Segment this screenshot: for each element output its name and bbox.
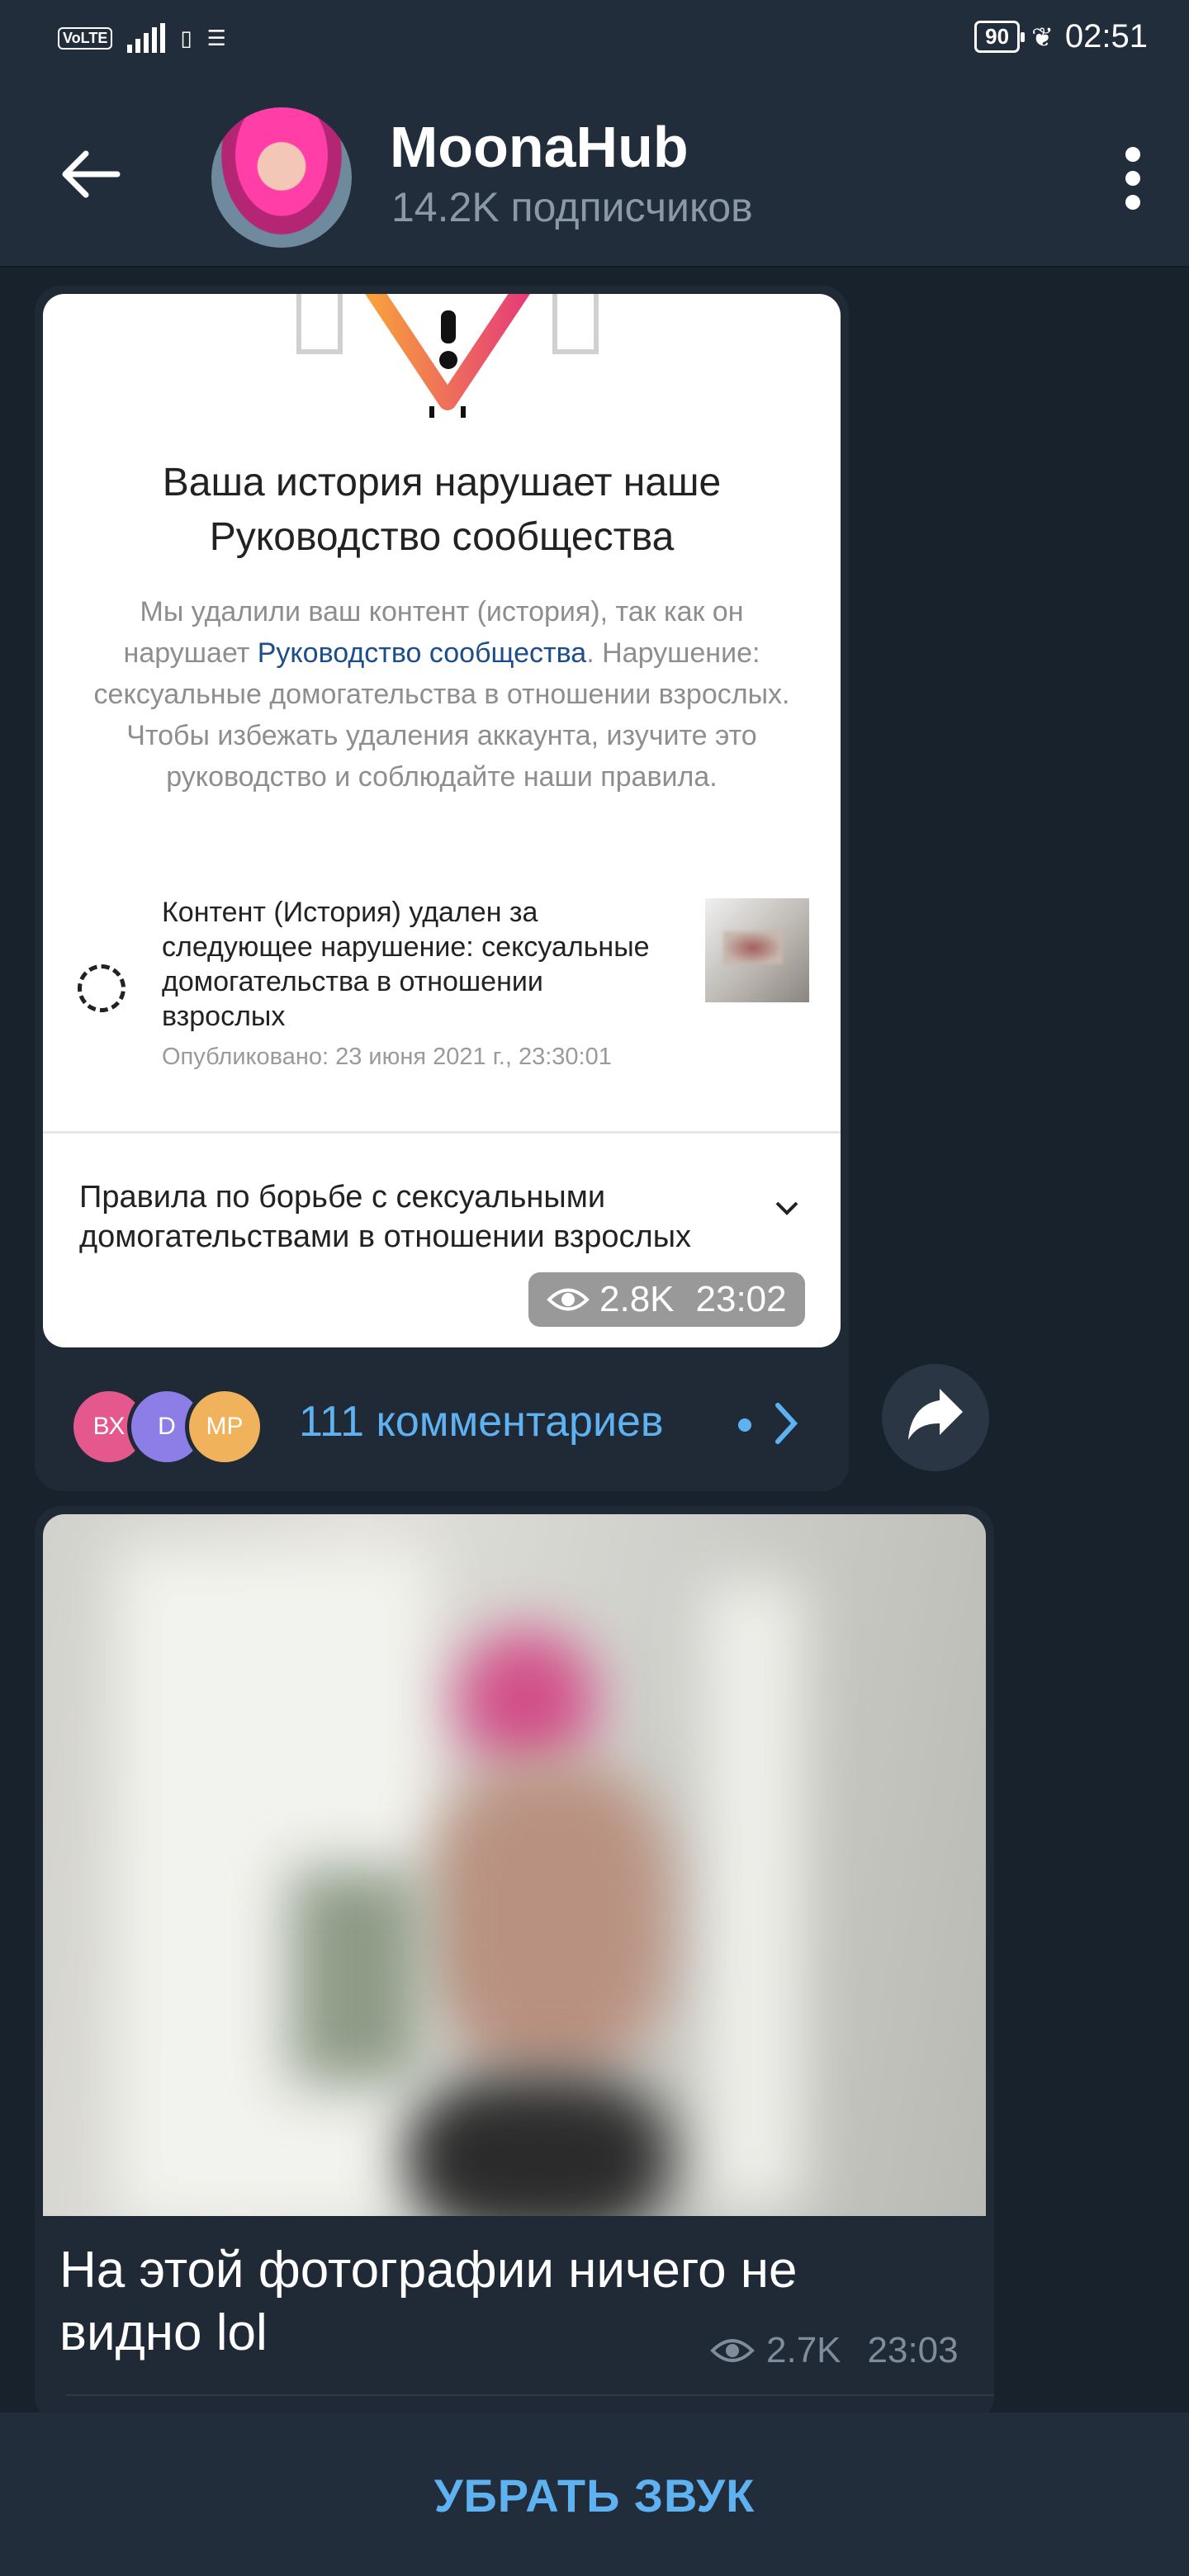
share-button[interactable] xyxy=(882,1364,989,1471)
view-count-badge: 2.8K 23:02 xyxy=(528,1272,805,1327)
chevron-down-icon xyxy=(775,1201,798,1215)
leaf-icon: ❦ xyxy=(1031,21,1054,52)
blurred-photo[interactable] xyxy=(43,1514,986,2216)
share-arrow-icon xyxy=(908,1389,963,1440)
back-arrow-icon[interactable] xyxy=(58,145,124,203)
commenter-avatars: ВХ D МР xyxy=(69,1387,268,1466)
violation-text: Контент (История) удален за следующее на… xyxy=(162,897,650,1032)
channel-avatar[interactable] xyxy=(211,107,352,248)
bottom-bar: УБРАТЬ ЗВУК xyxy=(0,2413,1189,2576)
comments-count[interactable]: 111 комментариев xyxy=(299,1397,664,1447)
status-left-indicators: VoLTE ▯ ☰ xyxy=(58,23,226,53)
unread-dot xyxy=(738,1418,751,1432)
comments-button[interactable]: ВХ D МР 111 комментариев xyxy=(35,1354,849,1491)
warning-illustration-icon xyxy=(296,294,599,418)
views: 2.8K xyxy=(599,1279,675,1319)
divider xyxy=(43,1131,841,1134)
channel-title[interactable]: MoonaHub xyxy=(390,114,689,180)
chevron-right-icon xyxy=(775,1403,798,1444)
warning-description: Мы удалили ваш контент (история), так ка… xyxy=(93,596,790,793)
chat-header: MoonaHub 14.2K подписчиков xyxy=(0,79,1189,268)
message-time: 23:03 xyxy=(867,2330,959,2370)
clock: 02:51 xyxy=(1064,18,1148,54)
signal-icon xyxy=(127,23,166,53)
story-thumbnail xyxy=(705,898,809,1002)
views: 2.7K xyxy=(766,2330,841,2370)
mute-button[interactable]: УБРАТЬ ЗВУК xyxy=(0,2469,1189,2522)
screenshot-image[interactable]: Ваша история нарушает наше Руководство с… xyxy=(43,294,841,1347)
news-icon: ☰ xyxy=(206,25,226,50)
subscriber-count: 14.2K подписчиков xyxy=(391,184,753,230)
message-meta: 2.7K 23:03 xyxy=(710,2330,959,2371)
status-bar: VoLTE ▯ ☰ 90 ❦ 02:51 xyxy=(0,0,1189,79)
avatar: МР xyxy=(185,1387,264,1466)
more-menu-icon[interactable] xyxy=(1121,147,1144,210)
battery-icon: 90 xyxy=(974,21,1025,53)
warning-heading: Ваша история нарушает наше Руководство с… xyxy=(162,461,722,559)
community-guidelines-link: Руководство сообщества xyxy=(257,637,587,669)
message-time: 23:02 xyxy=(695,1279,787,1319)
eye-icon xyxy=(710,2339,755,2362)
rules-row: Правила по борьбе с сексуальными домогат… xyxy=(79,1180,692,1254)
published-date: Опубликовано: 23 июня 2021 г., 23:30:01 xyxy=(162,1044,612,1070)
loading-spinner-icon xyxy=(78,964,126,1012)
vibrate-icon: ▯ xyxy=(180,25,192,50)
eye-icon xyxy=(547,1288,590,1311)
divider xyxy=(66,2394,994,2396)
volte-icon: VoLTE xyxy=(58,26,113,50)
status-right: 90 ❦ 02:51 xyxy=(974,18,1148,55)
